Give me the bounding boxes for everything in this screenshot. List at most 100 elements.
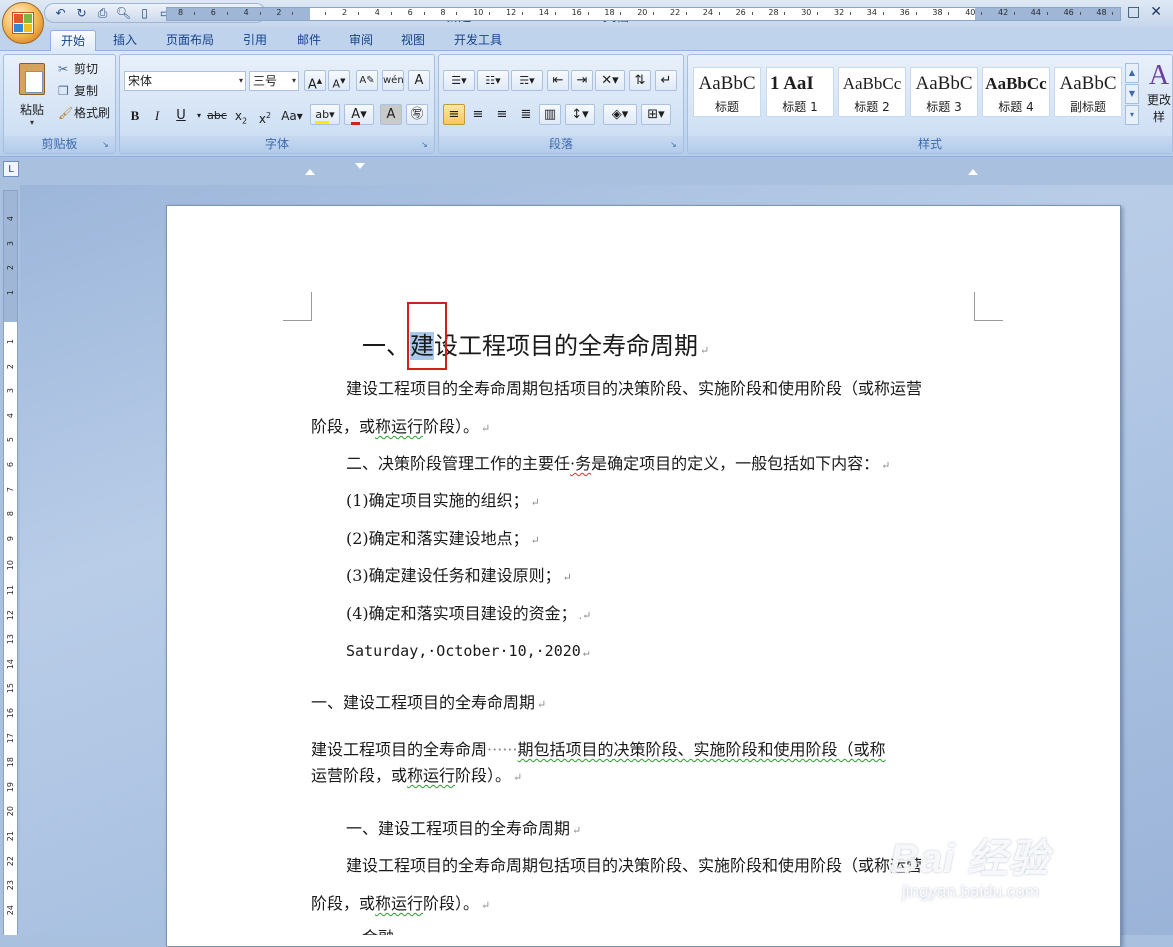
paragraph-1-line-1[interactable]: 建设工程项目的全寿命周期包括项目的决策阶段、实施阶段和使用阶段（或称运营 — [346, 379, 922, 399]
increase-indent-icon[interactable]: ⇥ — [571, 70, 593, 91]
print-preview-icon[interactable]: 🔍︎ — [114, 5, 133, 21]
tab-view[interactable]: 视图 — [392, 30, 434, 51]
ruler-label: 48 — [1096, 8, 1107, 17]
paragraph-4-line-2[interactable]: 运营阶段，或称运行阶段）。 ↵ — [311, 766, 522, 788]
redo-icon[interactable]: ↻ — [72, 5, 91, 21]
style-subtitle[interactable]: AaBbC 副标题 — [1054, 67, 1122, 117]
copy-button[interactable]: ❐ 复制 — [58, 81, 98, 101]
tab-references[interactable]: 引用 — [234, 30, 276, 51]
highlight-annotation-box — [407, 302, 447, 370]
borders-button[interactable]: ⊞▾ — [641, 104, 671, 125]
format-painter-button[interactable]: 🖌︎格式刷 — [58, 103, 110, 123]
ruler-label: 16 — [6, 708, 15, 719]
right-indent-marker[interactable] — [968, 169, 978, 175]
shading-button[interactable]: ◈▾ — [603, 104, 637, 125]
font-size-value: 三号 — [253, 74, 278, 88]
paragraph-3[interactable]: 一、建设工程项目的全寿命周期 ↵ — [311, 693, 546, 715]
dialog-launcher-icon[interactable]: ↘ — [102, 140, 112, 150]
font-color-button[interactable]: A▾ — [344, 104, 374, 125]
cut-button[interactable]: ✂ 剪切 — [58, 59, 98, 79]
clear-format-icon[interactable]: A✎ — [356, 70, 378, 91]
font-name-combo[interactable]: 宋体 ▾ — [124, 71, 246, 91]
shrink-font-button[interactable]: A▼ — [328, 70, 350, 91]
office-button[interactable] — [2, 2, 44, 44]
style-title[interactable]: AaBbC 标题 — [693, 67, 761, 117]
enclose-char-icon[interactable]: ㊢ — [406, 104, 428, 125]
ruler-label: 8 — [6, 511, 15, 517]
gallery-more-icon[interactable]: ▾ — [1125, 105, 1139, 125]
close-button[interactable]: ✕ — [1150, 4, 1162, 20]
justify-button[interactable]: ≣ — [515, 104, 537, 125]
distributed-button[interactable]: ▥ — [539, 104, 561, 125]
superscript-button[interactable]: x2 — [254, 105, 276, 126]
first-line-indent-marker[interactable] — [305, 169, 315, 175]
grow-font-button[interactable]: A▲ — [304, 70, 326, 92]
style-heading-2[interactable]: AaBbCc 标题 2 — [838, 67, 906, 117]
crop-mark-top-right — [974, 292, 1003, 321]
paragraph-1-line-2[interactable]: 阶段，或称运行阶段）。 ↵ — [311, 417, 490, 439]
date-line[interactable]: Saturday,·October·10,·2020 ↵ — [346, 641, 589, 663]
tab-insert[interactable]: 插入 — [104, 30, 146, 51]
numbering-button[interactable]: ☷▾ — [477, 70, 509, 91]
paragraph-6-line-2[interactable]: 阶段，或称运行阶段）。 ↵ — [311, 894, 490, 916]
print-icon[interactable]: ⎙ — [93, 5, 112, 21]
chevron-down-icon[interactable]: ▼ — [1125, 84, 1139, 104]
hanging-indent-marker[interactable] — [355, 163, 365, 169]
style-heading-3[interactable]: AaBbC 标题 3 — [910, 67, 978, 117]
font-size-combo[interactable]: 三号 ▾ — [249, 71, 299, 91]
text-run: 期包括项目的决策阶段、实施阶段和使用阶段（或称 — [517, 740, 886, 759]
page-icon[interactable]: ▯ — [135, 5, 154, 21]
tab-home[interactable]: 开始 — [50, 30, 96, 52]
paragraph-6-line-1[interactable]: 建设工程项目的全寿命周期包括项目的决策阶段、实施阶段和使用阶段（或称运营 — [346, 856, 922, 876]
align-left-button[interactable]: ≡ — [443, 104, 465, 125]
strikethrough-button[interactable]: abc — [206, 105, 228, 126]
maximize-button[interactable]: □ — [1127, 4, 1140, 20]
tab-mailings[interactable]: 邮件 — [288, 30, 330, 51]
ruler-label: 8 — [178, 8, 184, 17]
dialog-launcher-icon[interactable]: ↘ — [670, 140, 680, 150]
paragraph-5[interactable]: 一、建设工程项目的全寿命周期 ↵ — [346, 819, 581, 841]
ruler-tick — [554, 12, 556, 15]
bullets-button[interactable]: ☰▾ — [443, 70, 475, 91]
italic-button[interactable]: I — [146, 105, 168, 126]
chevron-up-icon[interactable]: ▲ — [1125, 63, 1139, 83]
style-heading-4[interactable]: AaBbCc 标题 4 — [982, 67, 1050, 117]
bold-button[interactable]: B — [124, 105, 146, 126]
grammar-flag-text: 称运行 — [407, 766, 456, 785]
clipboard-group-label: 剪贴板 — [4, 136, 115, 153]
paragraph-2[interactable]: 二、决策阶段管理工作的主要任·务是确定项目的定义，一般包括如下内容： ↵ — [346, 454, 890, 476]
char-border-icon[interactable]: A — [408, 70, 430, 91]
tab-stop-selector[interactable]: L — [3, 161, 19, 177]
align-right-button[interactable]: ≡ — [491, 104, 513, 125]
undo-icon[interactable]: ↶ — [51, 5, 70, 21]
list-item-1[interactable]: (1)确定项目实施的组织； ↵ — [346, 491, 540, 513]
ruler-label: 8 — [440, 8, 446, 17]
change-styles-button[interactable]: A 更改样 — [1142, 61, 1173, 125]
paste-icon — [19, 63, 45, 95]
styles-group-label: 样式 — [688, 136, 1172, 153]
sort-icon[interactable]: ⇅ — [629, 70, 651, 91]
office-logo-icon — [12, 12, 34, 34]
subscript-button[interactable]: x2 — [230, 105, 252, 126]
change-case-button[interactable]: Aa▾ — [278, 105, 306, 126]
char-shading-icon[interactable]: A — [380, 104, 402, 125]
tab-page-layout[interactable]: 页面布局 — [158, 30, 222, 51]
paste-button[interactable]: 粘贴 ▾ — [12, 59, 52, 129]
tab-developer[interactable]: 开发工具 — [446, 30, 510, 51]
line-spacing-button[interactable]: ↕▾ — [565, 104, 595, 125]
phonetic-guide-icon[interactable]: wén — [382, 70, 404, 91]
decrease-indent-icon[interactable]: ⇤ — [547, 70, 569, 91]
list-item-3[interactable]: (3)确定建设任务和建设原则； ↵ — [346, 566, 572, 588]
align-center-button[interactable]: ≡ — [467, 104, 489, 125]
highlight-color-button[interactable]: ab▾ — [310, 104, 340, 125]
multilevel-list-button[interactable]: ☴▾ — [511, 70, 543, 91]
text-run: 是确定项目的定义，一般包括如下内容： — [591, 454, 880, 473]
list-item-2[interactable]: (2)确定和落实建设地点； ↵ — [346, 529, 540, 551]
list-item-4[interactable]: (4)确定和落实项目建设的资金； .↵ — [346, 604, 591, 626]
style-heading-1[interactable]: 1 AaI 标题 1 — [766, 67, 834, 117]
show-marks-icon[interactable]: ↵ — [655, 70, 677, 91]
paragraph-4-line-1[interactable]: 建设工程项目的全寿命周······期包括项目的决策阶段、实施阶段和使用阶段（或称 — [311, 740, 886, 760]
dialog-launcher-icon[interactable]: ↘ — [421, 140, 431, 150]
tab-review[interactable]: 审阅 — [340, 30, 382, 51]
chinese-layout-icon[interactable]: ✕▾ — [595, 70, 625, 91]
